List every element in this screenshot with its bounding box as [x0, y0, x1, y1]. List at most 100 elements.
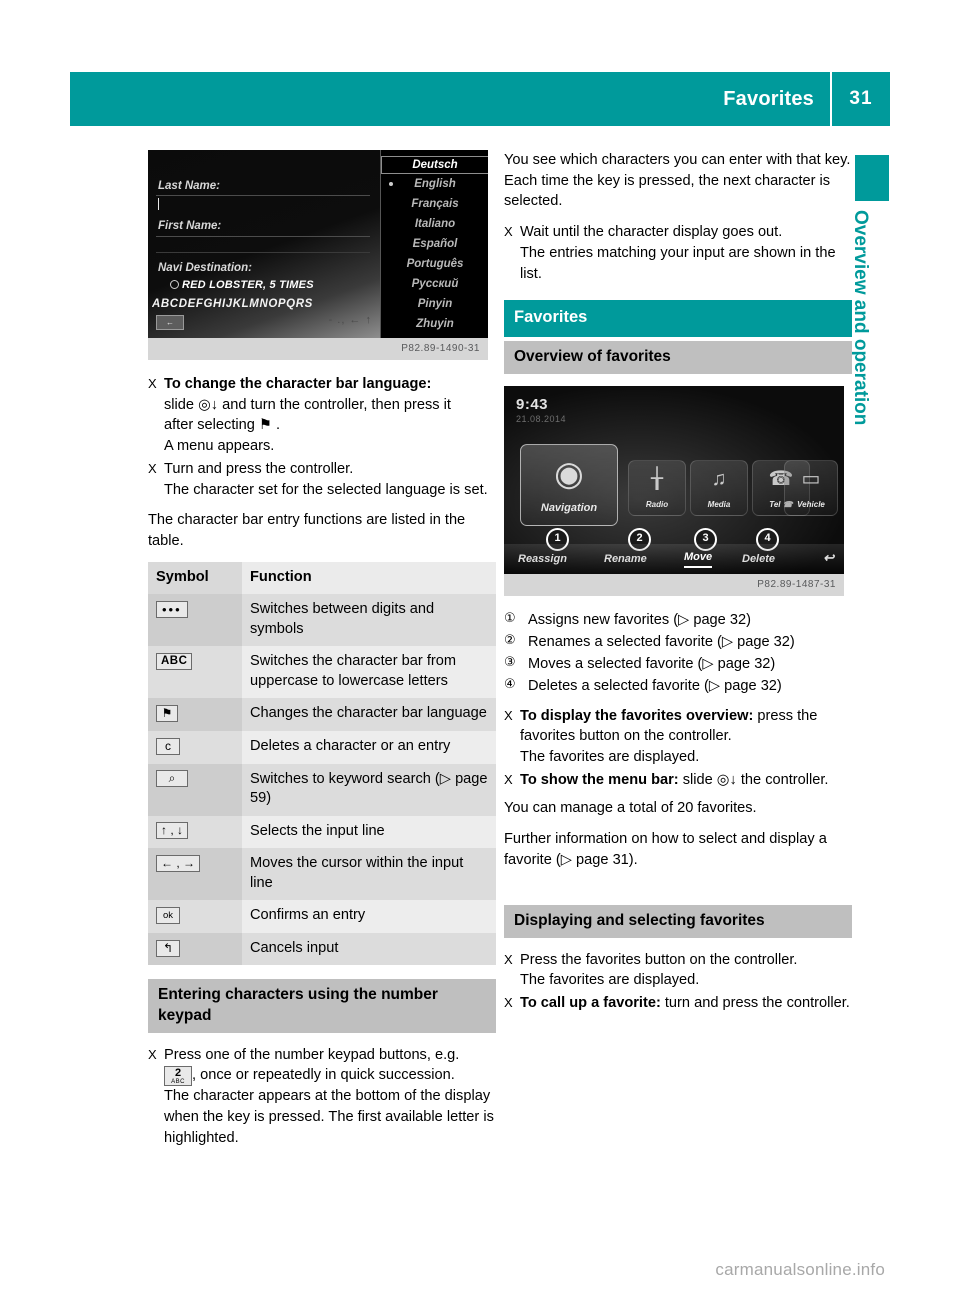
- last-name-rule: [156, 195, 370, 196]
- symbol-cell: ok: [148, 900, 242, 933]
- left-right-arrow-icon: ← , →: [156, 854, 201, 872]
- step-bold-lead: To call up a favorite:: [520, 995, 661, 1012]
- back-key-icon[interactable]: ←: [156, 315, 184, 330]
- table-header-row: Symbol Function: [148, 561, 496, 595]
- function-cell: Moves the cursor within the input line: [250, 855, 464, 891]
- radio-icon: ╁: [650, 467, 664, 490]
- language-option-8[interactable]: Zhuyin: [381, 316, 488, 332]
- function-cell: Confirms an entry: [250, 907, 366, 924]
- keypad-step-line-1: Press one of the number keypad buttons, …: [164, 1046, 460, 1063]
- step-text: turn and press the controller.: [660, 995, 850, 1012]
- table-row: ••• Switches between digits and symbols: [148, 594, 496, 647]
- destination-bullet-icon: [170, 280, 179, 289]
- menu-item-rename[interactable]: Rename: [604, 552, 647, 568]
- legend-item: ④ Deletes a selected favorite (▷ page 32…: [504, 676, 854, 697]
- step-marker-icon: X: [504, 995, 513, 1011]
- step-text: Press the favorites button on the contro…: [520, 951, 798, 968]
- step-marker-icon: X: [504, 707, 513, 723]
- function-cell: Selects the input line: [250, 822, 385, 839]
- table-row: ABC Switches the character bar from uppe…: [148, 646, 496, 699]
- menu-item-delete[interactable]: Delete: [742, 552, 775, 568]
- last-name-label: Last Name:: [158, 180, 220, 192]
- language-list[interactable]: Deutsch English Français Italiano Españo…: [380, 150, 488, 338]
- step-marker-icon: X: [148, 1046, 157, 1062]
- page-title: Favorites: [723, 87, 814, 110]
- step-result: The favorites are displayed.: [520, 972, 700, 989]
- side-tab-swatch: [855, 155, 889, 201]
- figure-caption-bar: P82.89-1490-31: [148, 338, 488, 360]
- step-result: The favorites are displayed.: [520, 748, 700, 765]
- step-bold-lead: To show the menu bar:: [520, 771, 679, 788]
- legend-number-3: ③: [504, 655, 516, 671]
- language-option-0[interactable]: Deutsch: [381, 156, 488, 175]
- clear-icon: c: [156, 737, 180, 755]
- favorite-tile-navigation[interactable]: ◉ Navigation: [520, 443, 618, 526]
- table-intro-paragraph: The character bar entry functions are li…: [148, 512, 466, 550]
- legend-number-2: ②: [504, 633, 516, 649]
- language-option-4[interactable]: Español: [381, 236, 488, 252]
- table-row: ↰ Cancels input: [148, 932, 496, 966]
- step-call-up-favorite: X To call up a favorite: turn and press …: [504, 993, 854, 1014]
- step-text: Turn and press the controller.: [164, 460, 354, 477]
- step-marker-icon: X: [504, 771, 513, 787]
- step-wait-character: X Wait until the character display goes …: [504, 222, 854, 284]
- language-flag-icon: ⚑: [156, 705, 178, 723]
- figure-favorites-overview: 9:43 21.08.2014 ◉ Navigation ╁ Radio ♫ M…: [504, 385, 844, 596]
- favorite-tile-media[interactable]: ♫ Media: [690, 459, 748, 516]
- figure-character-entry: Last Name: First Name: Navi Destination:…: [148, 150, 488, 360]
- symbol-cell: •••: [148, 594, 242, 647]
- language-option-2[interactable]: Français: [381, 196, 488, 212]
- step-press-favorites-button: X Press the favorites button on the cont…: [504, 950, 854, 991]
- favorites-menu-bar: Reassign Rename Move Delete ↩: [504, 543, 844, 574]
- symbol-cell: ↑ , ↓: [148, 815, 242, 849]
- favorite-tile-vehicle[interactable]: ▭ Vehicle: [784, 459, 838, 516]
- step-bold-lead: To change the character bar language:: [164, 376, 432, 392]
- abc-case-icon: ABC: [156, 653, 193, 671]
- header-function: Function: [250, 568, 312, 585]
- menu-item-reassign[interactable]: Reassign: [518, 552, 567, 568]
- tile-label: Media: [707, 499, 731, 509]
- legend-item: ① Assigns new favorites (▷ page 32): [504, 610, 854, 631]
- navi-destination-label: Navi Destination:: [158, 262, 252, 274]
- first-name-rule: [156, 236, 370, 237]
- language-option-6[interactable]: Русский: [381, 276, 488, 292]
- step-line-2: after selecting ⚑ .: [164, 417, 281, 434]
- language-option-5[interactable]: Português: [381, 256, 488, 272]
- header-symbol: Symbol: [148, 561, 242, 595]
- legend-text: Moves a selected favorite (▷ page 32): [528, 656, 776, 673]
- tile-label: Radio: [645, 499, 669, 509]
- figure-code: P82.89-1490-31: [401, 343, 480, 354]
- language-option-3[interactable]: Italiano: [381, 216, 488, 232]
- menu-item-move[interactable]: Move: [684, 550, 713, 568]
- table-row: ↑ , ↓ Selects the input line: [148, 815, 496, 849]
- digits-symbols-icon: •••: [156, 600, 188, 618]
- step-marker-icon: X: [504, 951, 513, 967]
- symbol-cell: ABC: [148, 646, 242, 699]
- step-change-language: X To change the character bar language: …: [148, 374, 498, 457]
- character-entry-screen: Last Name: First Name: Navi Destination:…: [148, 150, 488, 338]
- intro-paragraph: You see which characters you can enter w…: [504, 152, 851, 210]
- character-bar[interactable]: ABCDEFGHIJKLMNOPQRS: [152, 296, 378, 312]
- spacer-rule: [156, 252, 370, 253]
- media-icon: ♫: [711, 467, 727, 490]
- heading-entering-characters: Entering characters using the number key…: [148, 979, 496, 1033]
- step-bold-lead: To display the favorites overview:: [520, 707, 754, 724]
- step-text: slide ◎↓ the controller.: [678, 771, 829, 788]
- step-turn-press: X Turn and press the controller. The cha…: [148, 459, 498, 500]
- language-option-1[interactable]: English: [381, 176, 488, 192]
- menu-back-icon[interactable]: ↩: [823, 549, 834, 567]
- step-marker-icon: X: [148, 460, 157, 476]
- step-display-overview: X To display the favorites overview: pre…: [504, 706, 854, 768]
- favorites-screen: 9:43 21.08.2014 ◉ Navigation ╁ Radio ♫ M…: [504, 385, 844, 574]
- table-row: ← , → Moves the cursor within the input …: [148, 848, 496, 901]
- table-row: c Deletes a character or an entry: [148, 731, 496, 764]
- favorite-tile-radio[interactable]: ╁ Radio: [628, 459, 686, 516]
- function-cell: Switches between digits and symbols: [250, 601, 435, 637]
- function-cell: Switches to keyword search (▷ page 59): [250, 770, 488, 807]
- symbol-cell: ← , →: [148, 848, 242, 901]
- step-result: A menu appears.: [164, 438, 275, 455]
- paragraph-total-favorites: You can manage a total of 20 favorites.: [504, 800, 757, 817]
- table-row: ok Confirms an entry: [148, 900, 496, 933]
- language-option-7[interactable]: Pinyin: [381, 296, 488, 312]
- key-number: 2: [174, 1066, 182, 1079]
